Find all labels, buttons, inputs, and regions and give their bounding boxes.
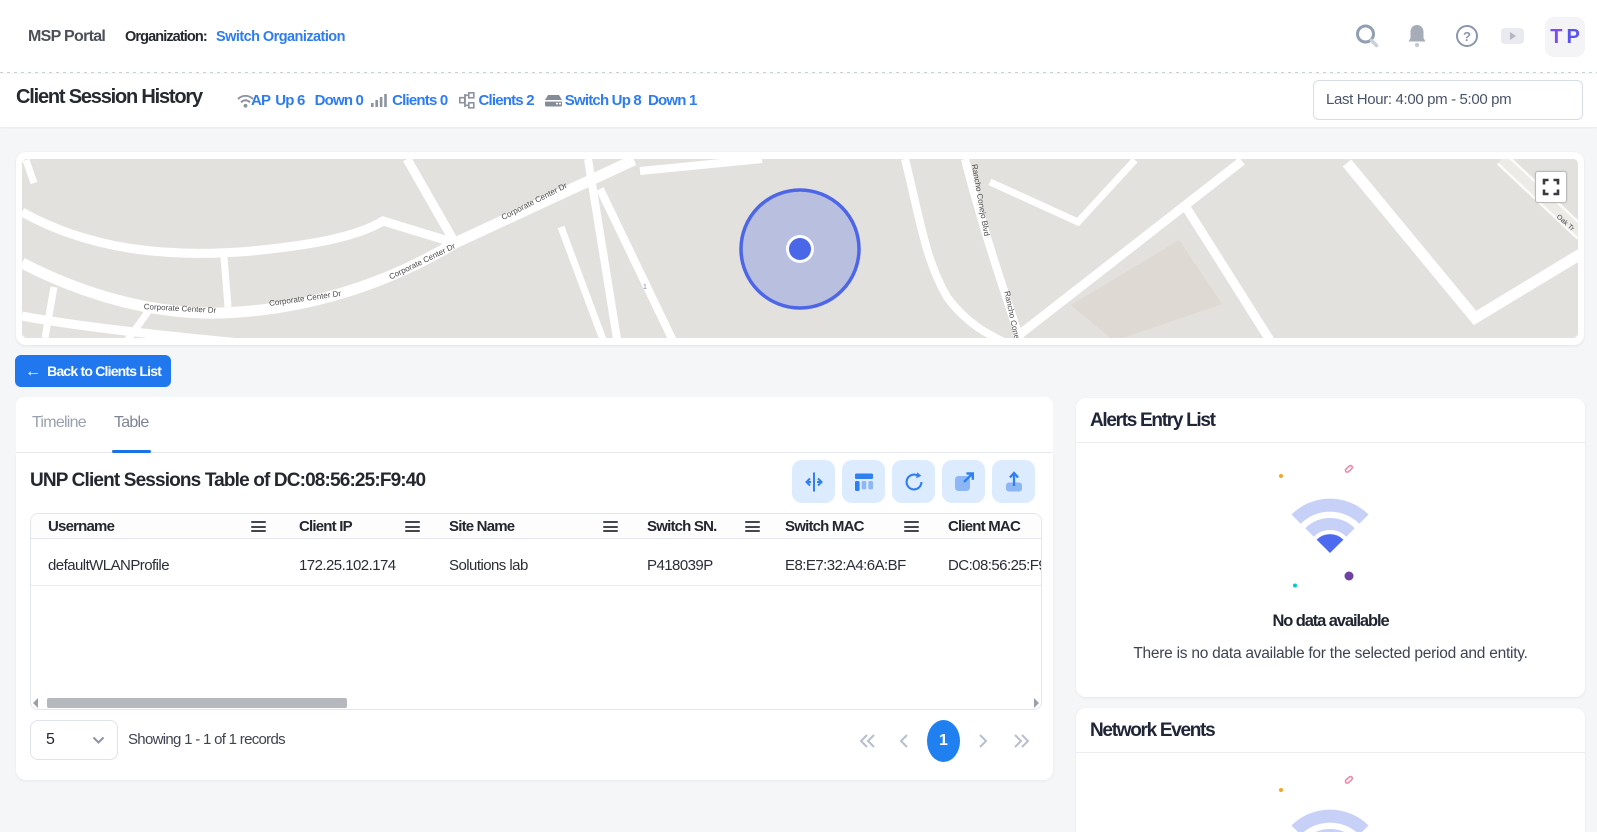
svg-text:1: 1: [643, 284, 647, 291]
svg-text:?: ?: [1463, 29, 1471, 44]
